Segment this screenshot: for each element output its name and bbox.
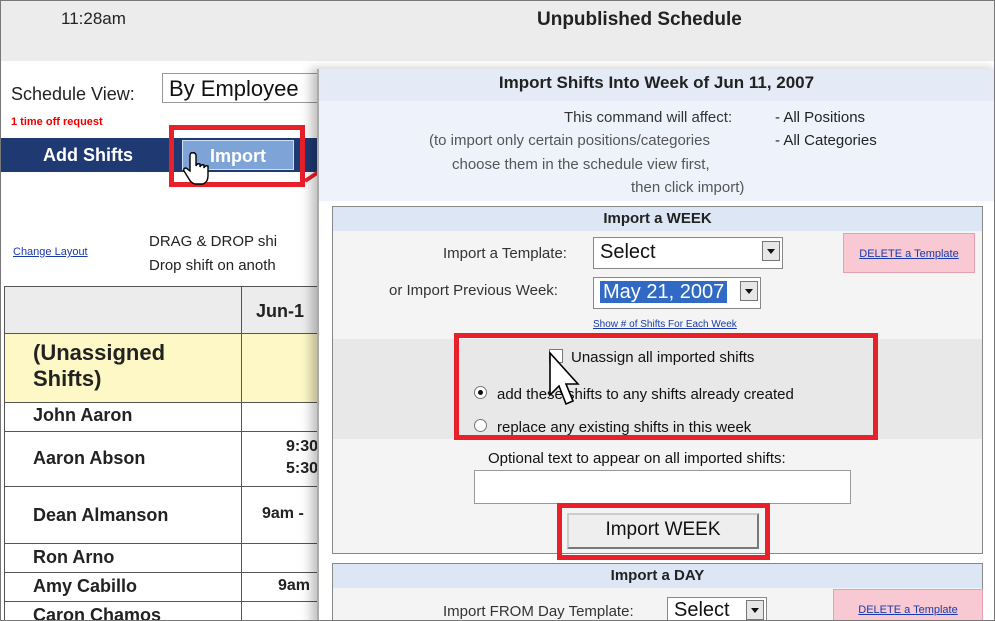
day-delete-template-link[interactable]: DELETE a Template <box>833 589 983 620</box>
arrow-cursor-icon <box>549 351 580 406</box>
dialog-title: Import Shifts Into Week of Jun 11, 2007 <box>498 73 815 92</box>
table-row[interactable]: Aaron Abson <box>4 431 242 487</box>
drag-drop-hint-1: DRAG & DROP shi <box>149 233 278 250</box>
categories-scope: - All Categories <box>775 132 877 149</box>
previous-week-select[interactable]: May 21, 2007 <box>593 277 761 309</box>
table-row[interactable]: Ron Arno <box>4 543 242 573</box>
header-bar <box>1 1 994 61</box>
employee-table: Jun-1 (Unassigned Shifts) John Aaron Aar… <box>4 286 336 620</box>
table-row[interactable]: (Unassigned Shifts) <box>4 333 242 403</box>
positions-scope: - All Positions <box>775 109 866 126</box>
affect-label: This command will affect: <box>564 109 733 126</box>
affect-note-2: choose them in the schedule view first, <box>452 156 710 173</box>
affect-note-3: then click import) <box>631 179 745 196</box>
show-shifts-link[interactable]: Show # of Shifts For Each Week <box>593 319 737 330</box>
day-template-select-value: Select <box>674 599 730 621</box>
chevron-down-icon <box>740 281 758 301</box>
previous-week-value: May 21, 2007 <box>600 281 728 303</box>
drag-drop-hint-2: Drop shift on anoth <box>149 257 276 274</box>
import-week-highlight-box <box>557 503 770 560</box>
template-select-value: Select <box>600 241 656 263</box>
day-template-select[interactable]: Select <box>667 597 767 621</box>
screenshot-frame: 11:28am Unpublished Schedule Schedule Vi… <box>0 0 995 621</box>
hand-cursor-icon <box>183 152 209 185</box>
change-layout-link[interactable]: Change Layout <box>13 246 88 258</box>
clock-time: 11:28am <box>61 9 126 28</box>
add-shifts-button[interactable]: Add Shifts <box>43 145 133 166</box>
affect-note-1: (to import only certain positions/catego… <box>429 132 710 149</box>
chevron-down-icon <box>762 241 780 261</box>
table-header-name <box>4 286 242 334</box>
optional-text-input[interactable] <box>474 470 851 504</box>
time-off-request-link[interactable]: 1 time off request <box>11 116 103 128</box>
optional-text-label: Optional text to appear on all imported … <box>488 450 786 467</box>
previous-week-label: or Import Previous Week: <box>389 282 558 299</box>
schedule-view-label: Schedule View: <box>11 84 135 104</box>
chevron-down-icon <box>746 600 764 620</box>
schedule-view-select[interactable]: By Employee <box>162 73 332 103</box>
import-day-header: Import a DAY <box>333 564 982 588</box>
day-template-label: Import FROM Day Template: <box>443 603 634 620</box>
row-name-line1: (Unassigned <box>33 340 166 365</box>
row-name-line2: Shifts) <box>33 366 102 391</box>
import-week-header: Import a WEEK <box>333 207 982 231</box>
table-row[interactable]: Dean Almanson <box>4 486 242 544</box>
table-row[interactable]: John Aaron <box>4 402 242 432</box>
template-label: Import a Template: <box>443 245 567 262</box>
delete-template-link[interactable]: DELETE a Template <box>843 233 975 273</box>
page-title: Unpublished Schedule <box>537 9 742 30</box>
template-select[interactable]: Select <box>593 237 783 269</box>
table-row[interactable]: Caron Chamos <box>4 601 242 620</box>
options-highlight-box <box>454 333 878 440</box>
table-row[interactable]: Amy Cabillo <box>4 572 242 602</box>
